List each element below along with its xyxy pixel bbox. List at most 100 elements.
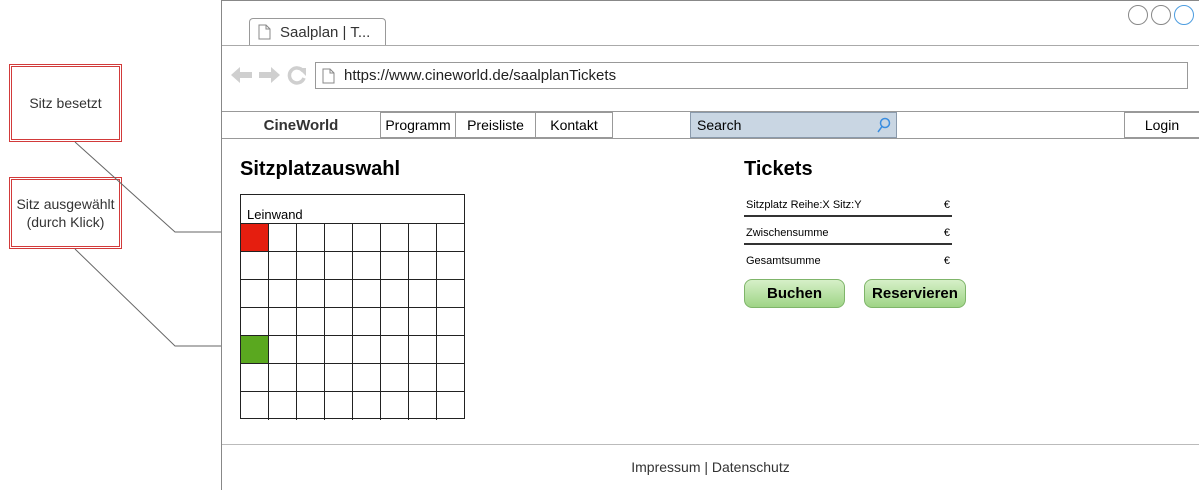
seat[interactable] [353,252,381,280]
seat[interactable] [409,392,437,420]
seat[interactable] [269,308,297,336]
seat[interactable] [409,336,437,364]
seat[interactable] [381,224,409,252]
seat[interactable] [269,336,297,364]
seat[interactable] [325,280,353,308]
brand-logo[interactable]: CineWorld [223,112,379,138]
seat-map: Leinwand [240,194,465,420]
seat[interactable] [269,364,297,392]
seat[interactable] [297,280,325,308]
window-minimize-button[interactable] [1128,5,1148,25]
url-text: https://www.cineworld.de/saalplanTickets [344,67,617,84]
seat[interactable] [437,252,464,280]
seat[interactable] [325,224,353,252]
seat[interactable] [353,336,381,364]
seat[interactable] [269,280,297,308]
footer-links[interactable]: Impressum | Datenschutz [222,459,1199,475]
window-maximize-button[interactable] [1151,5,1171,25]
tickets-title: Tickets [744,158,813,180]
reload-icon[interactable] [287,65,307,85]
seat[interactable] [409,224,437,252]
seat[interactable] [269,224,297,252]
annotation-seat-occupied-text: Sitz besetzt [29,95,102,111]
seat[interactable] [353,392,381,420]
seat[interactable] [381,308,409,336]
seat[interactable] [409,252,437,280]
page-icon [258,24,271,40]
seat[interactable] [437,224,464,252]
seat[interactable] [241,392,269,420]
seat[interactable] [381,392,409,420]
seat[interactable] [269,392,297,420]
seat[interactable] [325,252,353,280]
seat[interactable] [297,364,325,392]
ticket-line-seat-label: Sitzplatz Reihe:X Sitz:Y [746,199,862,211]
seat[interactable] [241,308,269,336]
nav-item-preisliste-label: Preisliste [467,117,524,133]
annotation-seat-occupied: Sitz besetzt [9,64,122,142]
annotation-seat-selected: Sitz ausgewählt (durch Klick) [9,177,122,249]
seat[interactable] [325,308,353,336]
browser-tab[interactable]: Saalplan | T... [249,18,386,45]
seat-selected[interactable] [241,336,269,364]
seat[interactable] [409,308,437,336]
seat[interactable] [297,392,325,420]
forward-arrow-icon[interactable] [258,66,280,84]
tab-title: Saalplan | T... [280,23,371,41]
seat[interactable] [241,280,269,308]
connector-selected [74,248,240,347]
seat[interactable] [325,336,353,364]
nav-item-kontakt-label: Kontakt [550,117,598,133]
seat[interactable] [409,280,437,308]
seat[interactable] [297,224,325,252]
seat[interactable] [353,308,381,336]
reserve-button[interactable]: Reservieren [864,279,966,308]
seat[interactable] [381,252,409,280]
nav-item-programm-label: Programm [385,117,451,133]
window-close-button[interactable] [1174,5,1194,25]
tabbar-divider [222,45,1199,46]
seat[interactable] [437,336,464,364]
seat[interactable] [297,308,325,336]
seat[interactable] [437,280,464,308]
ticket-line-subtotal-value: € [943,227,950,239]
book-button[interactable]: Buchen [744,279,845,308]
search-icon[interactable] [877,117,891,133]
book-button-label: Buchen [766,285,822,302]
nav-item-preisliste[interactable]: Preisliste [455,112,536,138]
nav-item-programm[interactable]: Programm [380,112,456,138]
search-input[interactable]: Search [690,112,897,138]
seat[interactable] [437,308,464,336]
seat[interactable] [297,336,325,364]
seat[interactable] [297,252,325,280]
nav-item-kontakt[interactable]: Kontakt [535,112,613,138]
seat[interactable] [269,252,297,280]
seat[interactable] [437,392,464,420]
seat[interactable] [381,364,409,392]
seat[interactable] [381,280,409,308]
ticket-line-total-value: € [943,255,950,267]
seat[interactable] [353,224,381,252]
footer-divider [222,444,1199,445]
address-bar[interactable]: https://www.cineworld.de/saalplanTickets [315,62,1188,89]
screen-label: Leinwand [247,207,303,222]
seat[interactable] [381,336,409,364]
seat[interactable] [241,252,269,280]
seat[interactable] [353,280,381,308]
ticket-line-total: Gesamtsumme € [746,255,950,267]
seat[interactable] [241,364,269,392]
search-placeholder: Search [697,117,742,133]
ticket-line-total-label: Gesamtsumme [746,255,821,267]
login-label: Login [1144,117,1180,133]
seat[interactable] [325,392,353,420]
seat[interactable] [409,364,437,392]
seat[interactable] [353,364,381,392]
ticket-line-seat: Sitzplatz Reihe:X Sitz:Y € [746,199,950,211]
back-arrow-icon[interactable] [231,66,253,84]
seat[interactable] [325,364,353,392]
seat[interactable] [437,364,464,392]
login-button[interactable]: Login [1124,112,1199,138]
navbar-bottom-border [222,138,1199,139]
reserve-button-label: Reservieren [872,285,958,302]
seat-occupied[interactable] [241,224,269,252]
